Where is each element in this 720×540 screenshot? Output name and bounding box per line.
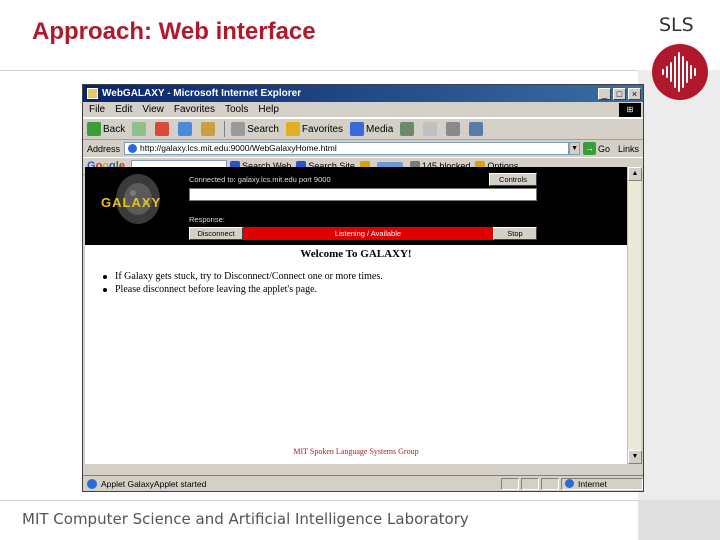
refresh-button[interactable] — [178, 122, 194, 136]
address-dropdown-button[interactable]: ▼ — [569, 142, 581, 155]
forward-arrow-icon — [132, 122, 147, 136]
list-item: Please disconnect before leaving the app… — [103, 284, 383, 295]
media-label: Media — [366, 123, 394, 135]
controls-button[interactable]: Controls — [489, 173, 537, 186]
page-footer-link[interactable]: MIT Spoken Language Systems Group — [85, 447, 627, 456]
web-page-content: GALAXY Connected to: galaxy.lcs.mit.edu … — [85, 167, 627, 464]
back-button[interactable]: Back — [87, 122, 125, 136]
zone-label: Internet — [578, 478, 607, 489]
menu-view[interactable]: View — [142, 104, 164, 115]
footer-divider — [0, 500, 638, 501]
menu-bar: File Edit View Favorites Tools Help ⊞ — [83, 102, 643, 118]
address-label: Address — [87, 143, 121, 154]
menu-edit[interactable]: Edit — [115, 104, 132, 115]
disconnect-button[interactable]: Disconnect — [189, 227, 243, 240]
print-button[interactable] — [446, 122, 462, 136]
links-button[interactable]: Links — [618, 144, 639, 154]
response-label: Response: — [189, 215, 225, 224]
minimize-button[interactable]: _ — [598, 87, 611, 100]
address-bar: Address http://galaxy.lcs.mit.edu:9000/W… — [83, 140, 643, 157]
status-cell — [501, 477, 519, 490]
search-icon — [231, 122, 246, 136]
connection-status-text: Connected to: galaxy.lcs.mit.edu port 90… — [189, 175, 331, 184]
toolbar-separator — [224, 121, 226, 137]
media-button[interactable]: Media — [350, 122, 393, 136]
list-item: If Galaxy gets stuck, try to Disconnect/… — [103, 271, 383, 282]
stop-button[interactable] — [155, 122, 171, 136]
go-button[interactable]: → Go — [583, 142, 610, 155]
search-button[interactable]: Search — [231, 122, 279, 136]
instructions-list: If Galaxy gets stuck, try to Disconnect/… — [103, 271, 383, 297]
sls-label: SLS — [659, 14, 694, 36]
favorites-button[interactable]: Favorites — [285, 122, 344, 136]
slide-footer: MIT Computer Science and Artificial Inte… — [22, 510, 469, 528]
favorites-label: Favorites — [301, 123, 344, 135]
galaxy-applet: GALAXY Connected to: galaxy.lcs.mit.edu … — [85, 167, 627, 245]
menu-favorites[interactable]: Favorites — [174, 104, 215, 115]
favorites-star-icon — [285, 122, 300, 136]
maximize-button[interactable]: □ — [613, 87, 626, 100]
applet-stop-button[interactable]: Stop — [493, 227, 537, 240]
scroll-up-arrow-icon[interactable]: ▲ — [628, 167, 642, 181]
back-label: Back — [103, 123, 126, 135]
status-bar: Applet GalaxyApplet started Internet — [83, 475, 643, 491]
browser-window: WebGALAXY - Microsoft Internet Explorer … — [82, 84, 644, 492]
sls-waveform-logo — [652, 44, 708, 100]
home-button[interactable] — [201, 122, 217, 136]
history-button[interactable] — [400, 122, 416, 136]
media-icon — [350, 122, 365, 136]
edit-button[interactable] — [469, 122, 485, 136]
right-band-bottom — [638, 500, 720, 540]
stop-icon — [155, 122, 170, 136]
forward-button[interactable] — [132, 122, 148, 136]
back-arrow-icon — [87, 122, 101, 136]
mail-button[interactable] — [423, 122, 439, 136]
title-divider — [0, 70, 638, 71]
address-input[interactable]: http://galaxy.lcs.mit.edu:9000/WebGalaxy… — [124, 142, 570, 155]
address-url: http://galaxy.lcs.mit.edu:9000/WebGalaxy… — [140, 143, 337, 153]
standard-toolbar: Back Search Favorites Media — [83, 118, 643, 140]
welcome-heading: Welcome To GALAXY! — [300, 248, 412, 260]
status-cell — [541, 477, 559, 490]
page-icon — [128, 144, 138, 153]
vertical-scrollbar[interactable]: ▲ ▼ — [627, 167, 642, 464]
history-icon — [400, 122, 415, 136]
print-icon — [446, 122, 461, 136]
menu-help[interactable]: Help — [258, 104, 279, 115]
status-message: Applet GalaxyApplet started — [87, 478, 501, 489]
security-zone: Internet — [561, 477, 643, 490]
ie-window-icon — [87, 88, 98, 99]
browser-titlebar: WebGALAXY - Microsoft Internet Explorer … — [83, 85, 643, 102]
menu-file[interactable]: File — [89, 104, 105, 115]
mail-icon — [423, 122, 438, 136]
search-label: Search — [247, 123, 279, 135]
status-text: Applet GalaxyApplet started — [101, 478, 207, 489]
status-cell — [521, 477, 539, 490]
status-page-icon — [87, 478, 97, 489]
go-label: Go — [598, 143, 611, 154]
home-icon — [201, 122, 216, 136]
edit-icon — [469, 122, 484, 136]
listening-status: Listening / Available — [243, 227, 493, 240]
galaxy-logo-text: GALAXY — [101, 195, 162, 210]
scroll-down-arrow-icon[interactable]: ▼ — [628, 450, 642, 464]
windows-logo-icon: ⊞ — [619, 103, 641, 117]
globe-icon — [565, 479, 574, 488]
close-button[interactable]: × — [628, 87, 641, 100]
window-title: WebGALAXY - Microsoft Internet Explorer — [102, 88, 302, 99]
refresh-icon — [178, 122, 193, 136]
go-arrow-icon: → — [583, 142, 597, 155]
query-input[interactable] — [189, 188, 537, 201]
menu-tools[interactable]: Tools — [225, 104, 248, 115]
slide-title: Approach: Web interface — [32, 18, 316, 45]
